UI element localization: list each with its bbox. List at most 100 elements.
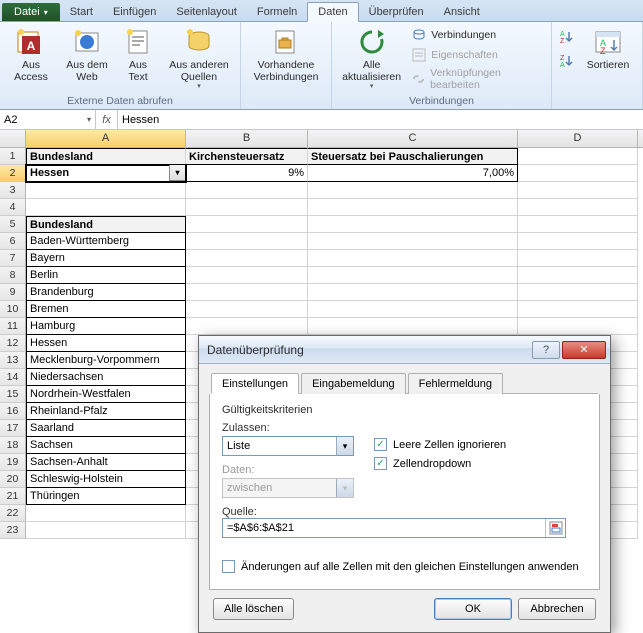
cell[interactable] xyxy=(518,199,638,216)
cell[interactable] xyxy=(308,250,518,267)
dialog-titlebar[interactable]: Datenüberprüfung ? ✕ xyxy=(199,336,610,364)
row-header[interactable]: 11 xyxy=(0,318,26,335)
tab-ueberpruefen[interactable]: Überprüfen xyxy=(359,3,434,21)
col-header-c[interactable]: C xyxy=(308,130,518,147)
sort-desc-button[interactable]: ZA xyxy=(558,52,574,70)
row-header[interactable]: 9 xyxy=(0,284,26,301)
tab-error-alert[interactable]: Fehlermeldung xyxy=(408,373,503,394)
cancel-button[interactable]: Abbrechen xyxy=(518,598,596,620)
active-cell[interactable]: Hessen ▾ xyxy=(26,165,186,182)
cell[interactable] xyxy=(186,301,308,318)
tab-start[interactable]: Start xyxy=(60,3,103,21)
tab-ansicht[interactable]: Ansicht xyxy=(434,3,490,21)
name-box[interactable]: A2 ▾ xyxy=(0,110,96,129)
cell[interactable] xyxy=(308,267,518,284)
cell[interactable] xyxy=(518,165,638,182)
col-header-b[interactable]: B xyxy=(186,130,308,147)
cell[interactable] xyxy=(186,284,308,301)
row-header[interactable]: 13 xyxy=(0,352,26,369)
cell[interactable]: Bremen xyxy=(26,301,186,318)
col-header-a[interactable]: A xyxy=(26,130,186,147)
cell[interactable] xyxy=(308,284,518,301)
connections-link[interactable]: Verbindungen xyxy=(411,26,545,44)
formula-input[interactable]: Hessen xyxy=(118,110,643,129)
cell[interactable] xyxy=(518,250,638,267)
cell[interactable] xyxy=(308,216,518,233)
col-header-d[interactable]: D xyxy=(518,130,638,147)
cell[interactable] xyxy=(186,318,308,335)
row-header[interactable]: 21 xyxy=(0,488,26,505)
allow-combo[interactable]: Liste ▾ xyxy=(222,436,354,456)
tab-daten[interactable]: Daten xyxy=(307,2,358,22)
cell[interactable] xyxy=(518,301,638,318)
from-access-button[interactable]: A Aus Access xyxy=(6,24,56,83)
cell[interactable] xyxy=(186,199,308,216)
cell[interactable] xyxy=(518,216,638,233)
cell[interactable] xyxy=(518,233,638,250)
refresh-all-button[interactable]: Alle aktualisieren ▾ xyxy=(338,24,405,91)
row-header[interactable]: 15 xyxy=(0,386,26,403)
cell[interactable]: Kirchensteuersatz xyxy=(186,148,308,165)
row-header[interactable]: 1 xyxy=(0,148,26,165)
cell[interactable] xyxy=(26,199,186,216)
tab-seitenlayout[interactable]: Seitenlayout xyxy=(166,3,247,21)
tab-settings[interactable]: Einstellungen xyxy=(211,373,299,394)
cell[interactable]: Steuersatz bei Pauschalierungen xyxy=(308,148,518,165)
cell[interactable]: Rheinland-Pfalz xyxy=(26,403,186,420)
row-header[interactable]: 2 xyxy=(0,165,26,182)
row-header[interactable]: 19 xyxy=(0,454,26,471)
cell[interactable]: Hessen xyxy=(26,335,186,352)
tab-einfuegen[interactable]: Einfügen xyxy=(103,3,166,21)
cell[interactable]: Baden-Württemberg xyxy=(26,233,186,250)
row-header[interactable]: 7 xyxy=(0,250,26,267)
dropdown-handle[interactable]: ▾ xyxy=(169,165,186,181)
apply-all-checkbox[interactable]: Änderungen auf alle Zellen mit den gleic… xyxy=(222,560,587,573)
cell[interactable]: 7,00% xyxy=(308,165,518,182)
row-header[interactable]: 16 xyxy=(0,403,26,420)
cell[interactable]: Hamburg xyxy=(26,318,186,335)
cell[interactable] xyxy=(26,182,186,199)
cell[interactable]: Bundesland xyxy=(26,148,186,165)
range-picker-button[interactable] xyxy=(545,519,565,537)
row-header[interactable]: 4 xyxy=(0,199,26,216)
cell[interactable] xyxy=(308,301,518,318)
cell[interactable] xyxy=(186,216,308,233)
from-other-button[interactable]: Aus anderen Quellen ▾ xyxy=(164,24,234,91)
cell[interactable]: Sachsen-Anhalt xyxy=(26,454,186,471)
worksheet-grid[interactable]: A B C D 1 Bundesland Kirchensteuersatz S… xyxy=(0,130,643,539)
cell[interactable]: Saarland xyxy=(26,420,186,437)
row-header[interactable]: 8 xyxy=(0,267,26,284)
cell[interactable] xyxy=(518,284,638,301)
cell[interactable]: Berlin xyxy=(26,267,186,284)
cell[interactable] xyxy=(518,267,638,284)
cell[interactable]: Mecklenburg-Vorpommern xyxy=(26,352,186,369)
tab-input-message[interactable]: Eingabemeldung xyxy=(301,373,406,394)
from-web-button[interactable]: Aus dem Web xyxy=(62,24,112,83)
cell[interactable] xyxy=(186,250,308,267)
cell[interactable]: Sachsen xyxy=(26,437,186,454)
fx-icon[interactable]: fx xyxy=(96,110,118,129)
existing-connections-button[interactable]: Vorhandene Verbindungen xyxy=(247,24,325,83)
cell[interactable]: Niedersachsen xyxy=(26,369,186,386)
cell[interactable] xyxy=(186,182,308,199)
cell[interactable] xyxy=(518,148,638,165)
cell[interactable]: Schleswig-Holstein xyxy=(26,471,186,488)
cell[interactable] xyxy=(308,233,518,250)
cell[interactable] xyxy=(26,505,186,522)
close-button[interactable]: ✕ xyxy=(562,341,606,359)
cell[interactable] xyxy=(308,318,518,335)
cell[interactable] xyxy=(308,182,518,199)
cell[interactable]: Bundesland xyxy=(26,216,186,233)
clear-all-button[interactable]: Alle löschen xyxy=(213,598,294,620)
file-tab[interactable]: Datei ▾ xyxy=(2,3,60,21)
ignore-blank-checkbox[interactable]: ✓ Leere Zellen ignorieren xyxy=(374,438,506,451)
cell[interactable] xyxy=(186,267,308,284)
cell[interactable]: 9% xyxy=(186,165,308,182)
row-header[interactable]: 18 xyxy=(0,437,26,454)
cell[interactable] xyxy=(518,182,638,199)
row-header[interactable]: 12 xyxy=(0,335,26,352)
cell[interactable]: Thüringen xyxy=(26,488,186,505)
cell[interactable]: Brandenburg xyxy=(26,284,186,301)
cell[interactable]: Bayern xyxy=(26,250,186,267)
row-header[interactable]: 6 xyxy=(0,233,26,250)
